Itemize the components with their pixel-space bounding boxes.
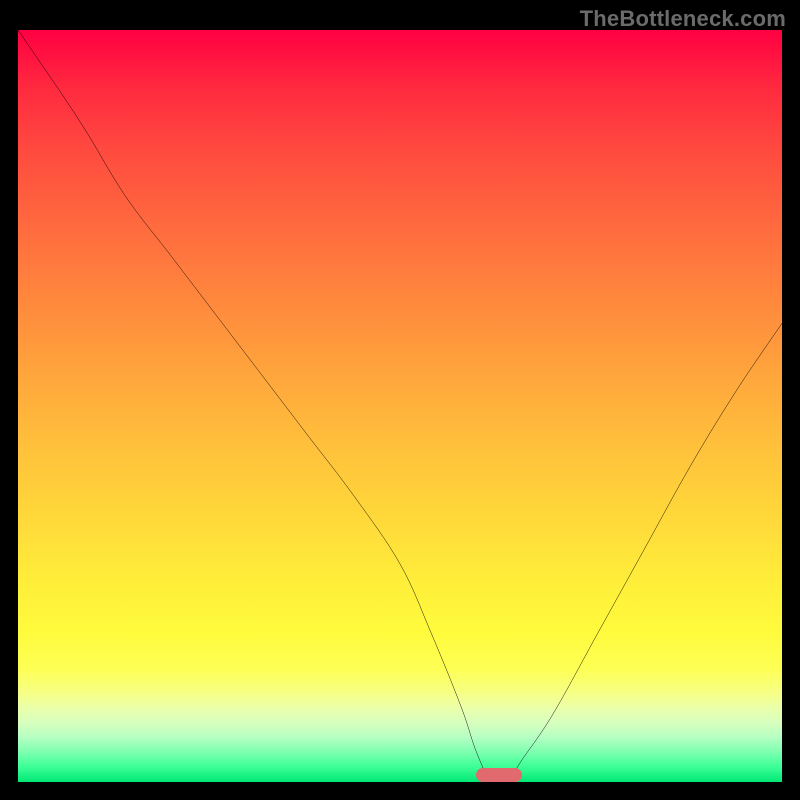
optimal-point-marker — [476, 768, 522, 782]
plot-area — [18, 30, 782, 782]
watermark-text: TheBottleneck.com — [580, 6, 786, 32]
bottleneck-curve-path — [18, 30, 782, 786]
chart-frame: TheBottleneck.com — [0, 0, 800, 800]
bottleneck-curve-svg — [18, 30, 782, 782]
